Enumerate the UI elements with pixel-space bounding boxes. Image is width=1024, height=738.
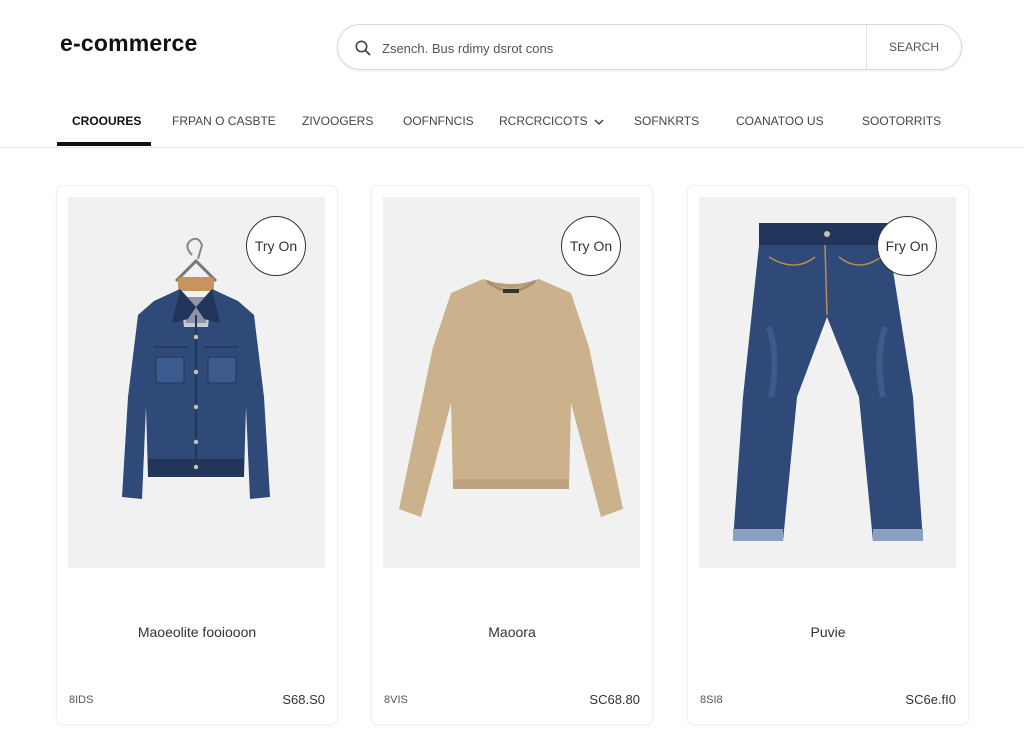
product-stock: 8SI8	[700, 694, 723, 706]
search-bar: SEARCH	[337, 24, 962, 70]
nav-item-6[interactable]: SOFNKRTS	[634, 92, 699, 147]
product-image-denim-jacket[interactable]: Try On	[68, 197, 325, 568]
chevron-down-icon	[594, 119, 604, 125]
nav-item-7[interactable]: COANATOO US	[736, 92, 824, 147]
search-button[interactable]: SEARCH	[867, 25, 961, 69]
product-price: S68.S0	[282, 692, 325, 707]
try-on-button[interactable]: Try On	[246, 216, 306, 276]
nav-item-2[interactable]: FRPAN O CASBTE	[172, 92, 276, 147]
nav-item-5[interactable]: RCRCRCICOTS	[499, 92, 604, 147]
site-header: e-commerce SEARCH	[0, 0, 1024, 92]
product-name[interactable]: Maoora	[372, 624, 652, 640]
category-nav: CROOURES FRPAN O CASBTE ZIVOOGERS OOFNFN…	[0, 92, 1024, 148]
product-image-denim-jeans[interactable]: Fry On	[699, 197, 956, 568]
nav-item-4[interactable]: OOFNFNCIS	[403, 92, 474, 147]
product-card[interactable]: Try On Maoora 8VIS SC68.80	[372, 186, 652, 724]
product-name[interactable]: Maoeolite fooiooon	[57, 624, 337, 640]
product-price: SC68.80	[589, 692, 640, 707]
product-name[interactable]: Puvie	[688, 624, 968, 640]
nav-item-1[interactable]: CROOURES	[72, 92, 141, 147]
search-icon	[355, 40, 371, 56]
try-on-button[interactable]: Fry On	[877, 216, 937, 276]
try-on-button[interactable]: Try On	[561, 216, 621, 276]
nav-item-3[interactable]: ZIVOOGERS	[302, 92, 373, 147]
nav-item-5-label: RCRCRCICOTS	[499, 114, 588, 128]
product-image-beige-sweater[interactable]: Try On	[383, 197, 640, 568]
site-logo[interactable]: e-commerce	[60, 30, 198, 57]
product-price: SC6e.fI0	[905, 692, 956, 707]
search-input[interactable]	[382, 37, 852, 59]
product-card[interactable]: Fry On Puvie 8SI8 SC6e.fI0	[688, 186, 968, 724]
nav-item-8[interactable]: SOOTORRITS	[862, 92, 941, 147]
product-card[interactable]: Try On Maoeolite fooiooon 8IDS S68.S0	[57, 186, 337, 724]
product-stock: 8VIS	[384, 694, 408, 706]
product-stock: 8IDS	[69, 694, 94, 706]
active-tab-indicator	[57, 142, 151, 146]
